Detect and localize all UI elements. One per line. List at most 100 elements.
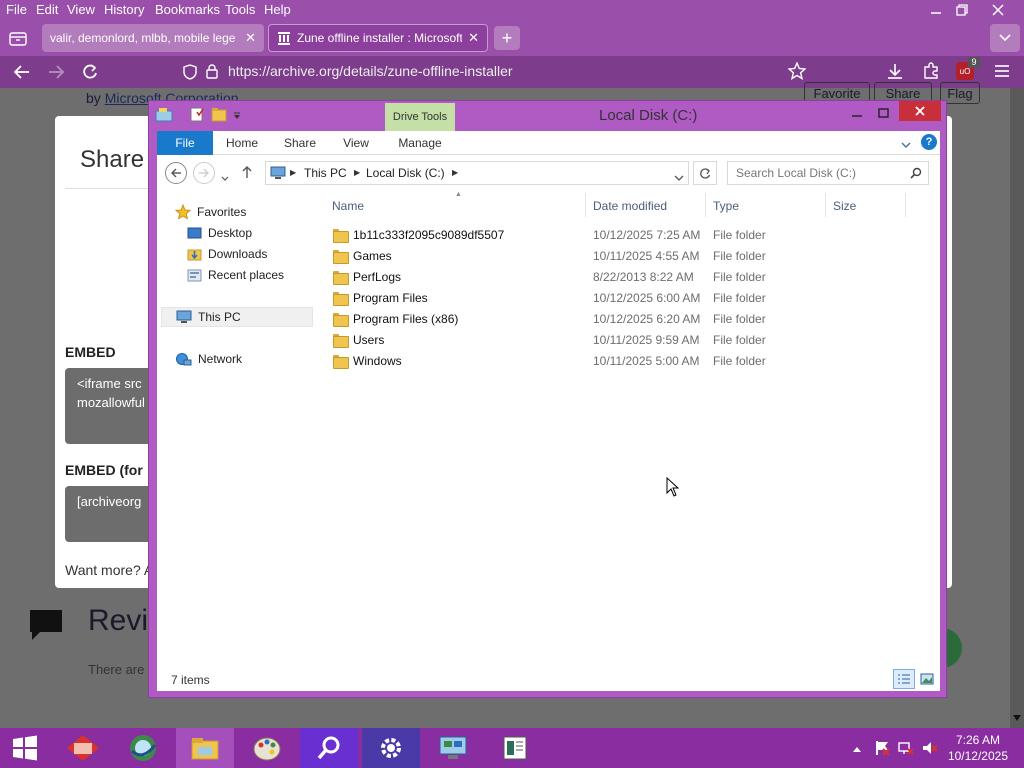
menu-file[interactable]: File bbox=[6, 2, 27, 17]
menu-help[interactable]: Help bbox=[264, 2, 291, 17]
file-date: 10/11/2025 9:59 AM bbox=[593, 333, 700, 347]
refresh-icon[interactable] bbox=[693, 161, 717, 185]
ribbon-tab-file[interactable]: File bbox=[157, 131, 213, 155]
search-icon[interactable] bbox=[910, 167, 922, 182]
taskbar-clock[interactable]: 7:26 AM 10/12/2025 bbox=[948, 732, 1008, 764]
column-header-type[interactable]: Type bbox=[713, 199, 739, 213]
forward-arrow-icon[interactable] bbox=[46, 62, 66, 82]
explorer-maximize-icon[interactable] bbox=[875, 103, 891, 123]
column-header-date[interactable]: Date modified bbox=[593, 199, 667, 213]
explorer-back-icon[interactable] bbox=[165, 162, 187, 184]
scroll-down-arrow-icon[interactable] bbox=[1013, 710, 1021, 724]
table-row[interactable]: Users 10/11/2025 9:59 AM File folder bbox=[327, 330, 927, 351]
network-status-icon[interactable] bbox=[898, 740, 914, 759]
nav-network[interactable]: Network bbox=[175, 349, 242, 369]
explorer-body: File Home Share View Manage ? ▶ This PC … bbox=[157, 131, 940, 691]
taskbar-browser-globe-icon[interactable] bbox=[114, 728, 172, 768]
lock-icon[interactable] bbox=[205, 63, 219, 82]
ribbon-tab-share[interactable]: Share bbox=[273, 131, 327, 155]
column-header-name[interactable]: Name bbox=[332, 199, 364, 213]
table-row[interactable]: Windows 10/11/2025 5:00 AM File folder bbox=[327, 351, 927, 372]
nav-favorites-label: Favorites bbox=[197, 205, 247, 219]
reload-icon[interactable] bbox=[80, 62, 100, 82]
explorer-close-icon[interactable] bbox=[899, 101, 941, 121]
large-icons-view-icon[interactable] bbox=[917, 669, 937, 689]
explorer-minimize-icon[interactable] bbox=[849, 103, 865, 123]
menu-tools[interactable]: Tools bbox=[225, 2, 255, 17]
tab-zune-active[interactable]: Zune offline installer : Microsoft ✕ bbox=[268, 24, 488, 52]
address-history-chevron-icon[interactable] bbox=[674, 170, 684, 184]
start-windows-icon[interactable] bbox=[0, 728, 50, 768]
hamburger-menu-icon[interactable] bbox=[994, 64, 1010, 81]
taskbar-document-app-icon[interactable] bbox=[486, 728, 544, 768]
column-divider[interactable] bbox=[585, 193, 586, 217]
quick-access-new-folder-icon[interactable] bbox=[211, 106, 227, 125]
breadcrumb-this-pc[interactable]: This PC bbox=[304, 166, 347, 180]
file-date: 10/11/2025 4:55 AM bbox=[593, 249, 700, 263]
extensions-puzzle-icon[interactable] bbox=[922, 62, 940, 83]
table-row[interactable]: Program Files 10/12/2025 6:00 AM File fo… bbox=[327, 288, 927, 309]
file-type: File folder bbox=[713, 333, 766, 347]
table-row[interactable]: Program Files (x86) 10/12/2025 6:20 AM F… bbox=[327, 309, 927, 330]
breadcrumb-separator-icon[interactable]: ▶ bbox=[452, 168, 458, 177]
search-input[interactable]: Search Local Disk (C:) bbox=[727, 161, 929, 185]
recent-locations-chevron-icon[interactable] bbox=[221, 170, 229, 184]
column-divider[interactable] bbox=[905, 193, 906, 217]
explorer-forward-icon[interactable] bbox=[193, 162, 215, 184]
nav-downloads[interactable]: Downloads bbox=[187, 244, 267, 264]
quick-access-properties-icon[interactable] bbox=[189, 106, 205, 125]
menu-view[interactable]: View bbox=[67, 2, 95, 17]
nav-recent-places[interactable]: Recent places bbox=[187, 265, 284, 285]
breadcrumb-separator-icon[interactable]: ▶ bbox=[290, 168, 296, 177]
table-row[interactable]: PerfLogs 8/22/2013 8:22 AM File folder bbox=[327, 267, 927, 288]
tab-close-icon[interactable]: ✕ bbox=[245, 30, 256, 46]
details-view-icon[interactable] bbox=[893, 669, 915, 689]
folder-icon bbox=[333, 292, 349, 306]
downloads-icon[interactable] bbox=[886, 62, 904, 83]
menu-bookmarks[interactable]: Bookmarks bbox=[155, 2, 220, 17]
nav-favorites[interactable]: Favorites bbox=[175, 202, 246, 222]
file-type: File folder bbox=[713, 312, 766, 326]
column-divider[interactable] bbox=[705, 193, 706, 217]
column-divider[interactable] bbox=[825, 193, 826, 217]
table-row[interactable]: 1b11c333f2095c9089df5507 10/12/2025 7:25… bbox=[327, 225, 927, 246]
taskbar-control-panel-icon[interactable] bbox=[424, 728, 482, 768]
table-row[interactable]: Games 10/11/2025 4:55 AM File folder bbox=[327, 246, 927, 267]
restore-icon[interactable] bbox=[944, 0, 980, 20]
up-arrow-icon[interactable] bbox=[241, 165, 253, 182]
ribbon-tab-home[interactable]: Home bbox=[215, 131, 269, 155]
help-question-icon[interactable]: ? bbox=[921, 134, 937, 150]
expand-ribbon-chevron-icon[interactable] bbox=[901, 138, 911, 152]
volume-muted-icon[interactable] bbox=[922, 740, 938, 759]
column-header-size[interactable]: Size bbox=[833, 199, 856, 213]
breadcrumb-separator-icon[interactable]: ▶ bbox=[354, 168, 360, 177]
breadcrumb-local-disk[interactable]: Local Disk (C:) bbox=[366, 166, 445, 180]
close-icon[interactable] bbox=[980, 0, 1016, 20]
new-tab-plus-icon[interactable]: + bbox=[494, 26, 520, 50]
tab-overview-icon[interactable] bbox=[4, 26, 32, 50]
back-arrow-icon[interactable] bbox=[12, 62, 32, 82]
taskbar-paint-palette-icon[interactable] bbox=[238, 728, 296, 768]
url-input[interactable]: https://archive.org/details/zune-offline… bbox=[228, 63, 513, 79]
taskbar-search-magnifier-icon[interactable] bbox=[300, 728, 358, 768]
list-tabs-chevron-down-icon[interactable] bbox=[990, 24, 1020, 52]
ribbon-tab-view[interactable]: View bbox=[329, 131, 383, 155]
ribbon-tab-manage[interactable]: Manage bbox=[387, 131, 453, 155]
bookmark-star-icon[interactable] bbox=[787, 61, 807, 83]
nav-desktop[interactable]: Desktop bbox=[187, 223, 252, 243]
nav-this-pc[interactable]: This PC bbox=[175, 307, 241, 327]
tab-close-icon[interactable]: ✕ bbox=[468, 30, 479, 46]
customize-quick-access-chevron-icon[interactable] bbox=[233, 109, 241, 123]
menu-edit[interactable]: Edit bbox=[36, 2, 58, 17]
action-center-flag-icon[interactable] bbox=[874, 740, 890, 759]
menu-history[interactable]: History bbox=[104, 2, 144, 17]
taskbar-file-explorer-icon[interactable] bbox=[176, 728, 234, 768]
tab-mlbb[interactable]: valir, demonlord, mlbb, mobile lege ✕ bbox=[42, 24, 264, 52]
page-scrollbar[interactable] bbox=[1010, 88, 1024, 728]
address-bar[interactable]: ▶ This PC ▶ Local Disk (C:) ▶ bbox=[265, 161, 689, 185]
downloads-folder-icon bbox=[187, 247, 202, 261]
shield-icon[interactable] bbox=[183, 64, 197, 83]
taskbar-settings-gear-icon[interactable] bbox=[362, 728, 420, 768]
show-hidden-icons-chevron-icon[interactable] bbox=[852, 742, 862, 756]
taskbar-app-red-icon[interactable] bbox=[54, 728, 112, 768]
